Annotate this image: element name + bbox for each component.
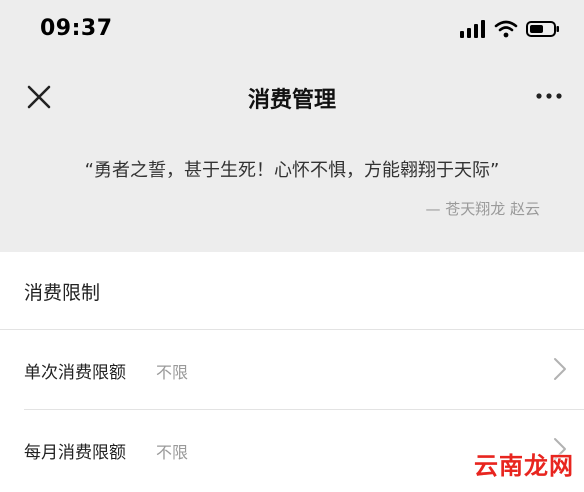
more-icon[interactable] [534, 86, 564, 106]
quote-text: “勇者之誓，甚于生死！心怀不惧，方能翱翔于天际” [84, 160, 500, 181]
wifi-icon [494, 20, 518, 38]
nav-bar: 消费管理 [0, 64, 584, 128]
watermark: 云南龙网 [474, 452, 574, 480]
row-label: 每月消费限额 [24, 443, 126, 463]
quote-banner: “勇者之誓，甚于生死！心怀不惧，方能翱翔于天际” — 苍天翔龙 赵云 [0, 128, 584, 252]
cellular-signal-icon [460, 20, 485, 38]
status-time: 09:37 [40, 16, 113, 41]
section-title: 消费限制 [24, 282, 101, 304]
battery-icon [526, 21, 559, 37]
row-label: 单次消费限额 [24, 363, 126, 383]
status-bar: 09:37 [0, 0, 584, 64]
row-value: 不限 [156, 363, 189, 382]
quote-author: — 苍天翔龙 赵云 [425, 200, 540, 218]
page-title: 消费管理 [247, 88, 336, 113]
chevron-right-icon [554, 358, 566, 380]
row-value: 不限 [156, 443, 189, 462]
single-limit-row[interactable]: 单次消费限额 不限 [0, 330, 584, 410]
status-icons [460, 20, 560, 38]
